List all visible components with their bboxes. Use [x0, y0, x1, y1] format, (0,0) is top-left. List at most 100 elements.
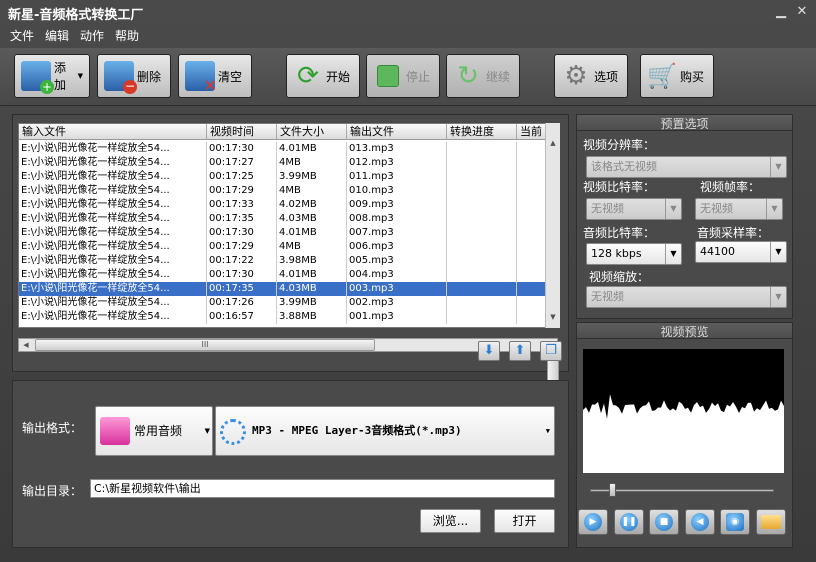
continue-button[interactable]: ↻ 继续 [446, 54, 520, 98]
snapshot-button[interactable]: ◉ [720, 509, 750, 535]
menu-help[interactable]: 帮助 [115, 27, 139, 47]
col-progress[interactable]: 转换进度 [447, 124, 517, 139]
table-cell: 00:17:30 [207, 268, 277, 282]
table-cell: 4.03MB [277, 212, 347, 226]
video-res-value: 该格式无视频 [591, 160, 657, 173]
delete-label: 删除 [137, 69, 162, 84]
buy-label: 购买 [680, 69, 705, 84]
table-row[interactable]: E:\小说\阳光像花一样绽放全54... 00:17:27 4MB 012.mp3 [19, 156, 547, 170]
table-cell: 4.02MB [277, 198, 347, 212]
chevron-down-icon[interactable]: ▼ [78, 72, 83, 80]
video-fps-value: 无视频 [700, 202, 733, 215]
title-bar: 新星-音频格式转换工厂 [0, 0, 816, 26]
table-cell [517, 310, 547, 324]
camera-icon: ◉ [726, 513, 744, 531]
buy-button[interactable]: 🛒 购买 [640, 54, 714, 98]
volume-button[interactable]: ◀ [685, 509, 715, 535]
col-size[interactable]: 文件大小 [277, 124, 347, 139]
table-cell: 4MB [277, 156, 347, 170]
refresh-icon: ⟳ [297, 61, 319, 91]
table-row[interactable]: E:\小说\阳光像花一样绽放全54... 00:17:30 4.01MB 004.mp… [19, 268, 547, 282]
col-output[interactable]: 输出文件 [347, 124, 447, 139]
table-cell [517, 184, 547, 198]
move-up-button[interactable]: ⬆ [509, 341, 531, 361]
format-select[interactable]: MP3 - MPEG Layer-3音频格式(*.mp3) ▼ [215, 406, 555, 456]
chevron-down-icon: ▼ [770, 157, 786, 177]
table-cell [447, 156, 517, 170]
table-cell: E:\小说\阳光像花一样绽放全54... [19, 170, 207, 184]
col-current[interactable]: 当前 [517, 124, 547, 139]
open-folder-button[interactable] [756, 509, 786, 535]
table-row[interactable]: E:\小说\阳光像花一样绽放全54... 00:17:33 4.02MB 009.mp… [19, 198, 547, 212]
table-row[interactable]: E:\小说\阳光像花一样绽放全54... 00:17:35 4.03MB 008.mp… [19, 212, 547, 226]
format-category-select[interactable]: 常用音频 ▼ [95, 406, 213, 456]
clear-button[interactable]: ✕ 清空 [178, 54, 252, 98]
options-button[interactable]: ⚙ 选项 [554, 54, 628, 98]
close-button[interactable]: ✕ [795, 4, 809, 20]
table-row[interactable]: E:\小说\阳光像花一样绽放全54... 00:17:29 4MB 006.mp3 [19, 240, 547, 254]
col-input[interactable]: 输入文件 [19, 124, 207, 139]
table-row[interactable]: E:\小说\阳光像花一样绽放全54... 00:17:25 3.99MB 011.mp… [19, 170, 547, 184]
pause-button[interactable]: ❚❚ [614, 509, 644, 535]
video-fps-select[interactable]: 无视频 ▼ [695, 198, 783, 220]
window-title: 新星-音频格式转换工厂 [8, 7, 144, 23]
speaker-icon: ◀ [691, 513, 709, 531]
vertical-scrollbar[interactable]: ▲ ▼ [545, 123, 560, 417]
add-button[interactable]: + 添加 ▼ [14, 54, 90, 98]
add-label: 添加 [54, 61, 67, 92]
open-button[interactable]: 打开 [494, 509, 555, 533]
chevron-down-icon: ▼ [770, 287, 786, 307]
delete-button[interactable]: − 删除 [97, 54, 171, 98]
audio-rate-select[interactable]: 44100 ▼ [695, 241, 787, 263]
table-cell: 002.mp3 [347, 296, 447, 310]
table-cell: 00:17:25 [207, 170, 277, 184]
video-scale-select[interactable]: 无视频 ▼ [586, 286, 787, 308]
seek-thumb[interactable] [609, 483, 616, 497]
video-bitrate-label: 视频比特率： [583, 180, 656, 194]
table-cell: 005.mp3 [347, 254, 447, 268]
stop-button[interactable]: 停止 [366, 54, 440, 98]
minimize-button[interactable]: ▁ [774, 4, 788, 20]
stop-preview-button[interactable]: ■ [649, 509, 679, 535]
play-button[interactable]: ▶ [578, 509, 608, 535]
table-row[interactable]: E:\小说\阳光像花一样绽放全54... 00:17:26 3.99MB 002.mp… [19, 296, 547, 310]
table-cell [517, 226, 547, 240]
clear-label: 清空 [218, 69, 243, 84]
copy-button[interactable]: ❐ [540, 341, 562, 361]
table-row[interactable]: E:\小说\阳光像花一样绽放全54... 00:17:29 4MB 010.mp3 [19, 184, 547, 198]
table-cell [517, 198, 547, 212]
table-row[interactable]: E:\小说\阳光像花一样绽放全54... 00:17:35 4.03MB 003.mp… [19, 282, 547, 296]
seek-slider[interactable] [590, 489, 774, 492]
table-row[interactable]: E:\小说\阳光像花一样绽放全54... 00:16:57 3.88MB 001.mp… [19, 310, 547, 324]
table-cell: E:\小说\阳光像花一样绽放全54... [19, 142, 207, 156]
video-bitrate-select[interactable]: 无视频 ▼ [586, 198, 682, 220]
audio-bitrate-select[interactable]: 128 kbps ▼ [586, 243, 682, 265]
table-cell [447, 226, 517, 240]
table-cell: 3.99MB [277, 170, 347, 184]
menu-action[interactable]: 动作 [80, 27, 104, 47]
audio-bitrate-value: 128 kbps [591, 247, 642, 260]
table-row[interactable]: E:\小说\阳光像花一样绽放全54... 00:17:22 3.98MB 005.mp… [19, 254, 547, 268]
table-cell: 009.mp3 [347, 198, 447, 212]
video-res-select[interactable]: 该格式无视频 ▼ [586, 156, 787, 178]
output-dir-input[interactable]: C:\新星视频软件\输出 [90, 479, 555, 498]
menu-file[interactable]: 文件 [10, 27, 34, 47]
file-table[interactable]: 输入文件 视频时间 文件大小 输出文件 转换进度 当前 E:\小说\阳光像花一样… [18, 123, 560, 328]
hscroll-thumb[interactable]: III [35, 339, 375, 351]
menu-edit[interactable]: 编辑 [45, 27, 69, 47]
table-row[interactable]: E:\小说\阳光像花一样绽放全54... 00:17:30 4.01MB 013.mp… [19, 142, 547, 156]
table-cell: 013.mp3 [347, 142, 447, 156]
table-row[interactable]: E:\小说\阳光像花一样绽放全54... 00:17:30 4.01MB 007.mp… [19, 226, 547, 240]
start-button[interactable]: ⟳ 开始 [286, 54, 360, 98]
table-cell: E:\小说\阳光像花一样绽放全54... [19, 240, 207, 254]
table-cell: 00:16:57 [207, 310, 277, 324]
chevron-down-icon: ▼ [545, 427, 550, 435]
table-cell [517, 170, 547, 184]
browse-button[interactable]: 浏览... [420, 509, 481, 533]
output-format-label: 输出格式： [22, 421, 83, 435]
table-cell [517, 212, 547, 226]
audio-bitrate-label: 音频比特率： [583, 226, 656, 240]
col-time[interactable]: 视频时间 [207, 124, 277, 139]
move-down-button[interactable]: ⬇ [478, 341, 500, 361]
horizontal-scrollbar[interactable]: ◀ III ▶ [18, 338, 558, 352]
